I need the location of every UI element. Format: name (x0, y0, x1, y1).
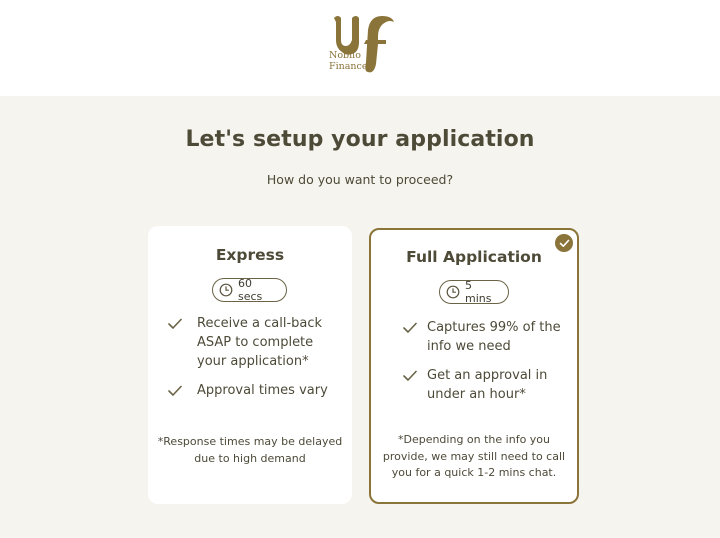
option-title: Full Application (406, 248, 542, 266)
feature-text: Captures 99% of the info we need (427, 320, 561, 354)
feature-text: Approval times vary (197, 383, 328, 398)
clock-icon (446, 285, 460, 299)
feature-item: Receive a call-back ASAP to complete you… (168, 314, 344, 371)
duration-badge: 60 secs (212, 277, 287, 303)
check-icon (403, 322, 417, 333)
brand-name: Nobilo Finance (329, 50, 367, 72)
feature-item: Captures 99% of the info we need (403, 318, 587, 356)
option-note: *Depending on the info you provide, we m… (382, 433, 566, 479)
duration-text: 5 mins (465, 279, 492, 305)
duration-text: 60 secs (238, 277, 263, 303)
header: Nobilo Finance (0, 0, 720, 96)
page-title: Let's setup your application (185, 127, 535, 152)
brand-logo[interactable]: Nobilo Finance (326, 12, 398, 76)
option-card-express[interactable]: Express 60 secs Receive a call-back ASAP… (148, 226, 352, 504)
feature-text: Get an approval in under an hour* (427, 368, 548, 402)
brand-name-line1: Nobilo (329, 50, 361, 61)
option-title: Express (215, 246, 285, 264)
feature-item: Approval times vary (168, 381, 344, 400)
check-icon (168, 385, 182, 396)
check-icon (403, 370, 417, 381)
option-note: *Response times may be delayed due to hi… (157, 435, 343, 465)
feature-list: Captures 99% of the info we need Get an … (403, 318, 587, 414)
option-card-full-application[interactable]: Full Application 5 mins Captures 99% of … (369, 228, 579, 504)
page-subtitle: How do you want to proceed? (266, 172, 454, 187)
feature-text: Receive a call-back ASAP to complete you… (197, 316, 323, 369)
feature-list: Receive a call-back ASAP to complete you… (168, 314, 344, 410)
feature-item: Get an approval in under an hour* (403, 366, 587, 404)
duration-badge: 5 mins (439, 279, 509, 305)
brand-name-line2: Finance (329, 61, 368, 72)
check-icon (168, 318, 182, 329)
main-content (0, 96, 720, 538)
clock-icon (219, 283, 233, 297)
